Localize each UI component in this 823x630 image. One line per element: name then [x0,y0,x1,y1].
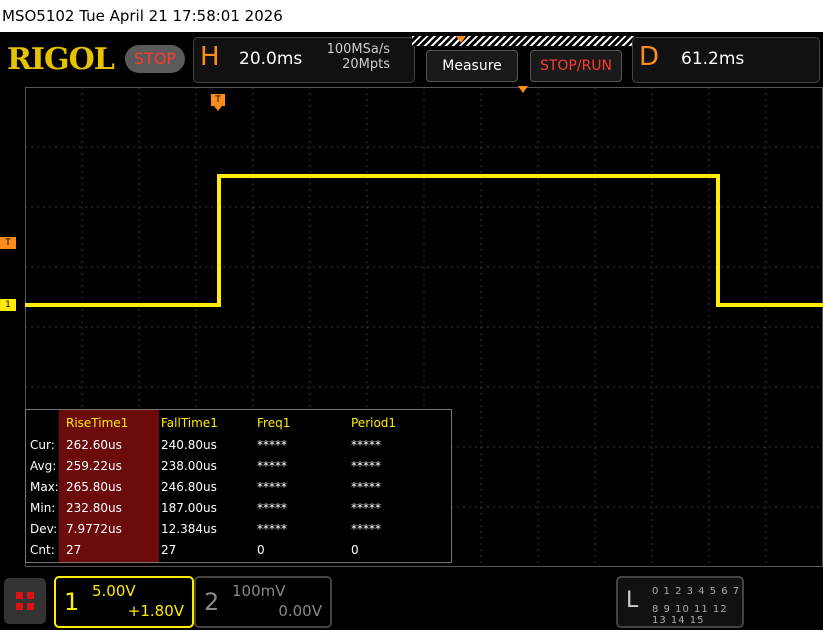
measure-button[interactable]: Measure [426,50,518,82]
measure-col-header: Freq1 [257,416,291,430]
logic-label: L [626,588,639,613]
delay-box[interactable]: D 61.2ms [632,37,820,83]
sample-info: 100MSa/s 20Mpts [324,42,390,72]
rigol-logo: RIGOL [7,42,115,77]
measure-row-label: Min: [30,501,56,515]
trigger-position-marker[interactable]: T [211,94,225,111]
channel1-box[interactable]: 1 5.00V +1.80V [54,576,194,628]
channel1-offset-marker[interactable]: 1 [0,299,16,311]
measure-value: 12.384us [161,522,217,536]
measure-value: ***** [351,501,381,515]
measure-value: ***** [257,438,287,452]
measure-value: 246.80us [161,480,217,494]
home-menu-icon[interactable] [4,578,46,624]
measure-value: ***** [351,522,381,536]
timebase-value: 20.0ms [239,49,303,69]
channel1-number: 1 [64,588,80,616]
channel2-number: 2 [204,588,220,616]
logic-channels-row2: 8 9 10 11 12 13 14 15 [652,604,728,626]
measure-value: ***** [351,480,381,494]
channel2-scale: 100mV [232,582,286,600]
logic-channels-row1: 0 1 2 3 4 5 6 7 [652,586,741,597]
channel2-offset: 0.00V [278,602,322,620]
measure-value: 0 [351,543,359,557]
measure-value: ***** [257,522,287,536]
measure-row-label: Max: [30,480,59,494]
top-toolbar: RIGOL STOP H 20.0ms 100MSa/s 20Mpts Meas… [0,32,823,84]
stop-run-button[interactable]: STOP/RUN [530,50,622,82]
measure-value: 238.00us [161,459,217,473]
measure-value: 27 [161,543,177,557]
memory-position-marker [456,36,466,43]
memory-depth: 20Mpts [342,57,390,72]
measure-value: 7.9772us [66,522,122,536]
delay-value: 61.2ms [681,49,745,69]
measure-row-label: Cnt: [30,543,55,557]
measure-value: 240.80us [161,438,217,452]
memory-position-strip [412,36,634,46]
measure-row-label: Dev: [30,522,58,536]
measure-col-header: Period1 [351,416,397,430]
channel1-offset: +1.80V [127,602,184,620]
measure-row-label: Avg: [30,459,57,473]
device-datetime: MSO5102 Tue April 21 17:58:01 2026 [2,7,283,25]
trigger-level-marker[interactable]: T [0,237,16,249]
measurement-table: RiseTime1 FallTime1 Freq1 Period1 Cur: 262.60… [25,409,452,563]
measure-col-header: FallTime1 [161,416,218,430]
measure-value: 265.80us [66,480,122,494]
measure-value: 0 [257,543,265,557]
measure-value: ***** [351,459,381,473]
measure-value: ***** [351,438,381,452]
measure-col-header: RiseTime1 [66,416,129,430]
measure-value: 262.60us [66,438,122,452]
run-status-badge[interactable]: STOP [125,45,185,73]
horizontal-letter: H [200,42,220,72]
channel2-box[interactable]: 2 100mV 0.00V [194,576,332,628]
logic-analyzer-box[interactable]: L 0 1 2 3 4 5 6 7 8 9 10 11 12 13 14 15 [616,576,744,628]
measure-value: 187.00us [161,501,217,515]
measure-value: 232.80us [66,501,122,515]
horizontal-center-marker [518,86,528,93]
channel1-scale: 5.00V [92,582,136,600]
title-bar: MSO5102 Tue April 21 17:58:01 2026 [0,0,823,32]
horizontal-timebase-box[interactable]: H 20.0ms 100MSa/s 20Mpts [193,37,415,83]
measure-value: ***** [257,459,287,473]
sample-rate: 100MSa/s [326,42,390,57]
measure-value: ***** [257,480,287,494]
measure-row-label: Cur: [30,438,55,452]
measure-value: 27 [66,543,82,557]
measure-value: ***** [257,501,287,515]
bottom-bar: 1 5.00V +1.80V 2 100mV 0.00V L 0 1 2 3 4… [0,573,823,630]
delay-letter: D [639,42,660,72]
measure-value: 259.22us [66,459,122,473]
